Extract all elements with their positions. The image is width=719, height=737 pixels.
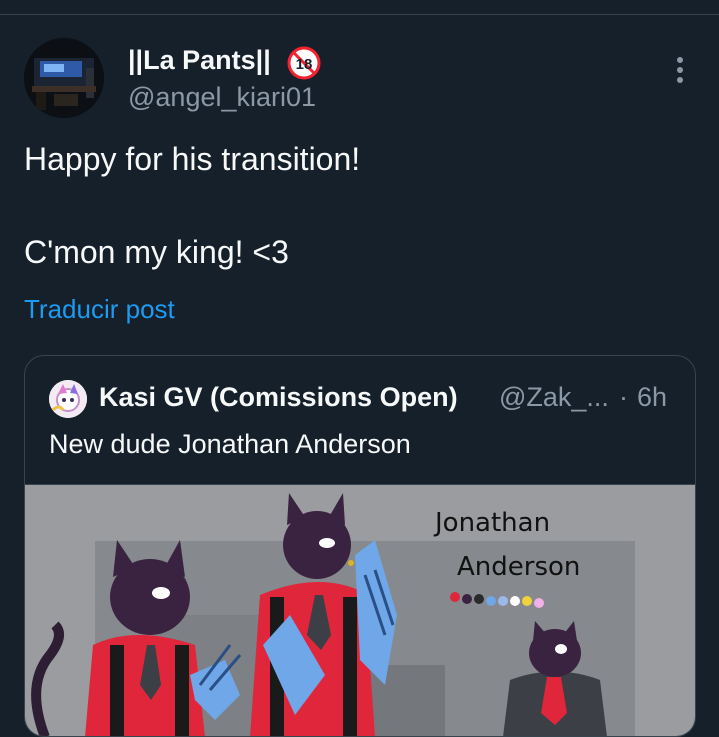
quoted-author-avatar[interactable]: [49, 380, 87, 418]
quoted-post-image[interactable]: Jonathan Anderson: [25, 484, 695, 736]
image-caption-line-2: Anderson: [457, 552, 580, 582]
top-divider: [0, 14, 719, 15]
no-under-18-icon: 18: [287, 46, 321, 80]
age-badge-label: 18: [296, 56, 313, 73]
post-text-line-1: Happy for his transition!: [24, 141, 361, 177]
quoted-separator: ·: [619, 382, 628, 412]
quoted-post-card[interactable]: Kasi GV (Comissions Open) @Zak_... · 6h …: [24, 355, 696, 737]
author-avatar[interactable]: [24, 38, 104, 118]
translate-post-link[interactable]: Traducir post: [24, 294, 175, 325]
quoted-author-display-name[interactable]: Kasi GV (Comissions Open): [99, 382, 458, 413]
more-options-button[interactable]: [664, 54, 696, 86]
post-text-line-2: C'mon my king! <3: [24, 234, 289, 270]
quoted-post-text: New dude Jonathan Anderson: [49, 429, 411, 459]
quoted-author-handle[interactable]: @Zak_...: [499, 382, 609, 413]
author-display-name[interactable]: ||La Pants||: [128, 45, 271, 76]
quoted-timestamp[interactable]: 6h: [637, 382, 667, 413]
author-handle[interactable]: @angel_kiari01: [128, 82, 316, 113]
image-caption-line-1: Jonathan: [433, 508, 550, 538]
more-vertical-icon: [677, 57, 683, 83]
